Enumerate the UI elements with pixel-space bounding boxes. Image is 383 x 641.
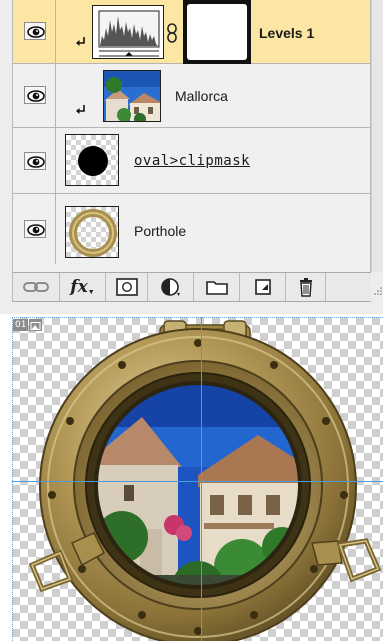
layers-toolbar: fx ▼	[12, 272, 371, 302]
chain-link-icon[interactable]	[166, 23, 178, 43]
layer-row-oval-clipmask[interactable]: oval>clipmask	[13, 128, 370, 194]
trash-icon	[299, 278, 312, 297]
eye-icon[interactable]	[24, 152, 46, 170]
eye-icon[interactable]	[24, 22, 46, 40]
adjustment-layer-icon	[160, 278, 180, 296]
new-group-button[interactable]	[194, 273, 240, 301]
layers-list: Levels 1 Mallorca oval>clipmask Porthole	[12, 0, 371, 272]
document-canvas[interactable]: 01	[12, 317, 383, 641]
layer-mask-thumbnail-frame[interactable]	[183, 0, 251, 64]
layer-row-mallorca[interactable]: Mallorca	[13, 64, 370, 128]
porthole-thumbnail[interactable]	[65, 206, 119, 258]
new-layer-icon	[254, 279, 271, 295]
levels-histogram-thumbnail[interactable]	[92, 5, 164, 59]
slice-border	[12, 317, 383, 641]
new-layer-button[interactable]	[240, 273, 286, 301]
layer-style-button[interactable]: fx ▼	[60, 273, 106, 301]
eye-icon[interactable]	[24, 220, 46, 238]
mallorca-thumbnail[interactable]	[103, 70, 161, 122]
delete-layer-button[interactable]	[286, 273, 326, 301]
visibility-cell[interactable]	[13, 194, 56, 264]
link-layers-icon	[23, 282, 49, 292]
new-group-folder-icon	[205, 281, 228, 295]
visibility-cell[interactable]	[13, 64, 56, 128]
visibility-cell[interactable]	[13, 0, 56, 64]
layer-name[interactable]: oval>clipmask	[134, 153, 250, 169]
layer-style-fx-icon: fx	[70, 277, 88, 297]
layer-name[interactable]: Levels 1	[259, 25, 314, 41]
slice-image-icon	[29, 319, 43, 331]
slice-badge: 01	[13, 319, 43, 331]
layer-row-porthole[interactable]: Porthole	[13, 194, 370, 264]
visibility-cell[interactable]	[13, 128, 56, 194]
add-layer-mask-button[interactable]	[106, 273, 148, 301]
slice-number: 01	[13, 319, 29, 331]
resize-grip-icon[interactable]	[371, 272, 383, 302]
layer-mask-icon	[115, 278, 138, 296]
layers-panel: Levels 1 Mallorca oval>clipmask Porthole…	[0, 0, 383, 314]
eye-icon[interactable]	[24, 86, 46, 104]
adjustment-layer-button[interactable]	[148, 273, 194, 301]
layer-name[interactable]: Mallorca	[175, 88, 228, 104]
clipping-arrow-icon	[76, 105, 85, 114]
link-layers-button[interactable]	[12, 273, 60, 301]
layer-name[interactable]: Porthole	[134, 223, 186, 239]
vertical-guide[interactable]	[201, 317, 202, 641]
oval-shape-thumbnail[interactable]	[65, 134, 119, 186]
clipping-arrow-icon	[76, 37, 85, 46]
horizontal-guide[interactable]	[12, 481, 383, 482]
dropdown-triangle-icon: ▼	[87, 288, 95, 296]
layer-row-levels-1[interactable]: Levels 1	[13, 0, 370, 64]
layers-scrollbar[interactable]	[371, 0, 383, 272]
layer-mask-thumbnail	[187, 4, 247, 60]
